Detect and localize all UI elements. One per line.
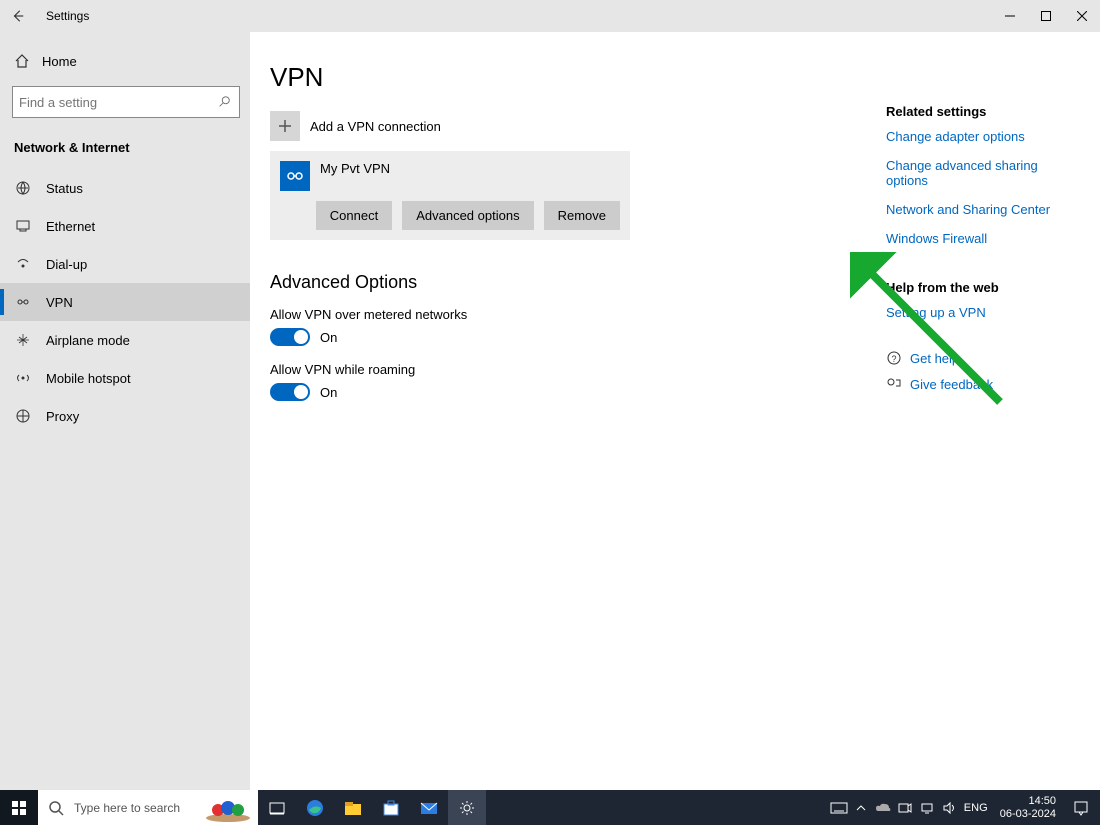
notifications-icon[interactable] <box>1066 790 1096 825</box>
link-sharing-options[interactable]: Change advanced sharing options <box>886 158 1076 188</box>
volume-icon[interactable] <box>940 790 958 825</box>
help-heading: Help from the web <box>886 280 1076 295</box>
clock-time: 14:50 <box>1000 795 1056 808</box>
maximize-button[interactable] <box>1028 0 1064 32</box>
clock[interactable]: 14:50 06-03-2024 <box>994 795 1062 821</box>
toggle-metered[interactable] <box>270 328 310 346</box>
sidebar-item-label: VPN <box>46 295 73 310</box>
sidebar-item-proxy[interactable]: Proxy <box>0 397 250 435</box>
vpn-entry[interactable]: My Pvt VPN Connect Advanced options Remo… <box>270 151 630 240</box>
remove-button[interactable]: Remove <box>544 201 620 230</box>
explorer-icon[interactable] <box>334 790 372 825</box>
minimize-button[interactable] <box>992 0 1028 32</box>
feedback-link[interactable]: Give feedback <box>886 376 1076 392</box>
link-adapter-options[interactable]: Change adapter options <box>886 129 1076 144</box>
ethernet-icon <box>14 218 32 234</box>
sidebar-item-label: Dial-up <box>46 257 87 272</box>
start-button[interactable] <box>0 790 38 825</box>
settings-icon[interactable] <box>448 790 486 825</box>
toggle-roaming[interactable] <box>270 383 310 401</box>
search-icon <box>48 800 64 816</box>
store-icon[interactable] <box>372 790 410 825</box>
search-field[interactable] <box>13 87 221 117</box>
sidebar-item-airplane[interactable]: Airplane mode <box>0 321 250 359</box>
proxy-icon <box>14 408 32 424</box>
taskview-icon[interactable] <box>258 790 296 825</box>
plus-icon <box>270 111 300 141</box>
hotspot-icon <box>14 370 32 386</box>
meet-icon[interactable] <box>896 790 914 825</box>
sidebar-category: Network & Internet <box>0 132 250 169</box>
link-firewall[interactable]: Windows Firewall <box>886 231 1076 246</box>
add-vpn-label: Add a VPN connection <box>310 119 441 134</box>
titlebar: Settings <box>0 0 1100 32</box>
advanced-options-button[interactable]: Advanced options <box>402 201 533 230</box>
taskbar[interactable]: Type here to search ENG 14:50 06-03-2024 <box>0 790 1100 825</box>
back-button[interactable] <box>0 0 36 32</box>
sidebar-item-label: Mobile hotspot <box>46 371 131 386</box>
mail-icon[interactable] <box>410 790 448 825</box>
sidebar: Home Network & Internet Status Ethernet … <box>0 32 250 790</box>
network-icon[interactable] <box>918 790 936 825</box>
feedback-icon <box>886 376 902 392</box>
sidebar-home-label: Home <box>42 54 77 69</box>
help-icon: ? <box>886 350 902 366</box>
close-button[interactable] <box>1064 0 1100 32</box>
get-help-link[interactable]: ? Get help <box>886 350 1076 366</box>
sidebar-item-status[interactable]: Status <box>0 169 250 207</box>
window-title: Settings <box>46 9 89 23</box>
dialup-icon <box>14 256 32 272</box>
edge-icon[interactable] <box>296 790 334 825</box>
search-decoration-icon <box>198 790 258 825</box>
sidebar-item-label: Ethernet <box>46 219 95 234</box>
related-settings-heading: Related settings <box>886 104 1076 119</box>
sidebar-home[interactable]: Home <box>0 42 250 80</box>
sidebar-item-ethernet[interactable]: Ethernet <box>0 207 250 245</box>
vpn-connection-icon <box>280 161 310 191</box>
sidebar-item-label: Proxy <box>46 409 79 424</box>
get-help-label: Get help <box>910 351 959 366</box>
toggle-metered-state: On <box>320 330 337 345</box>
search-input[interactable] <box>12 86 240 118</box>
feedback-label: Give feedback <box>910 377 993 392</box>
link-network-center[interactable]: Network and Sharing Center <box>886 202 1076 217</box>
connect-button[interactable]: Connect <box>316 201 392 230</box>
clock-date: 06-03-2024 <box>1000 808 1056 821</box>
keyboard-icon[interactable] <box>830 790 848 825</box>
toggle-roaming-state: On <box>320 385 337 400</box>
sidebar-item-label: Status <box>46 181 83 196</box>
right-column: Related settings Change adapter options … <box>886 104 1076 402</box>
onedrive-icon[interactable] <box>874 790 892 825</box>
taskbar-search[interactable]: Type here to search <box>38 790 258 825</box>
chevron-up-icon[interactable] <box>852 790 870 825</box>
main-content: VPN Add a VPN connection My Pvt VPN Conn… <box>250 32 1100 790</box>
sidebar-item-label: Airplane mode <box>46 333 130 348</box>
svg-text:?: ? <box>891 354 896 364</box>
status-icon <box>14 180 32 196</box>
taskbar-search-placeholder: Type here to search <box>74 801 180 815</box>
language-indicator[interactable]: ENG <box>962 790 990 825</box>
link-setup-vpn[interactable]: Setting up a VPN <box>886 305 1076 320</box>
sidebar-item-vpn[interactable]: VPN <box>0 283 250 321</box>
sidebar-item-hotspot[interactable]: Mobile hotspot <box>0 359 250 397</box>
sidebar-item-dialup[interactable]: Dial-up <box>0 245 250 283</box>
search-icon <box>217 95 231 109</box>
page-title: VPN <box>270 62 1100 93</box>
home-icon <box>14 53 30 69</box>
airplane-icon <box>14 332 32 348</box>
vpn-name: My Pvt VPN <box>320 161 390 176</box>
vpn-icon <box>14 294 32 310</box>
